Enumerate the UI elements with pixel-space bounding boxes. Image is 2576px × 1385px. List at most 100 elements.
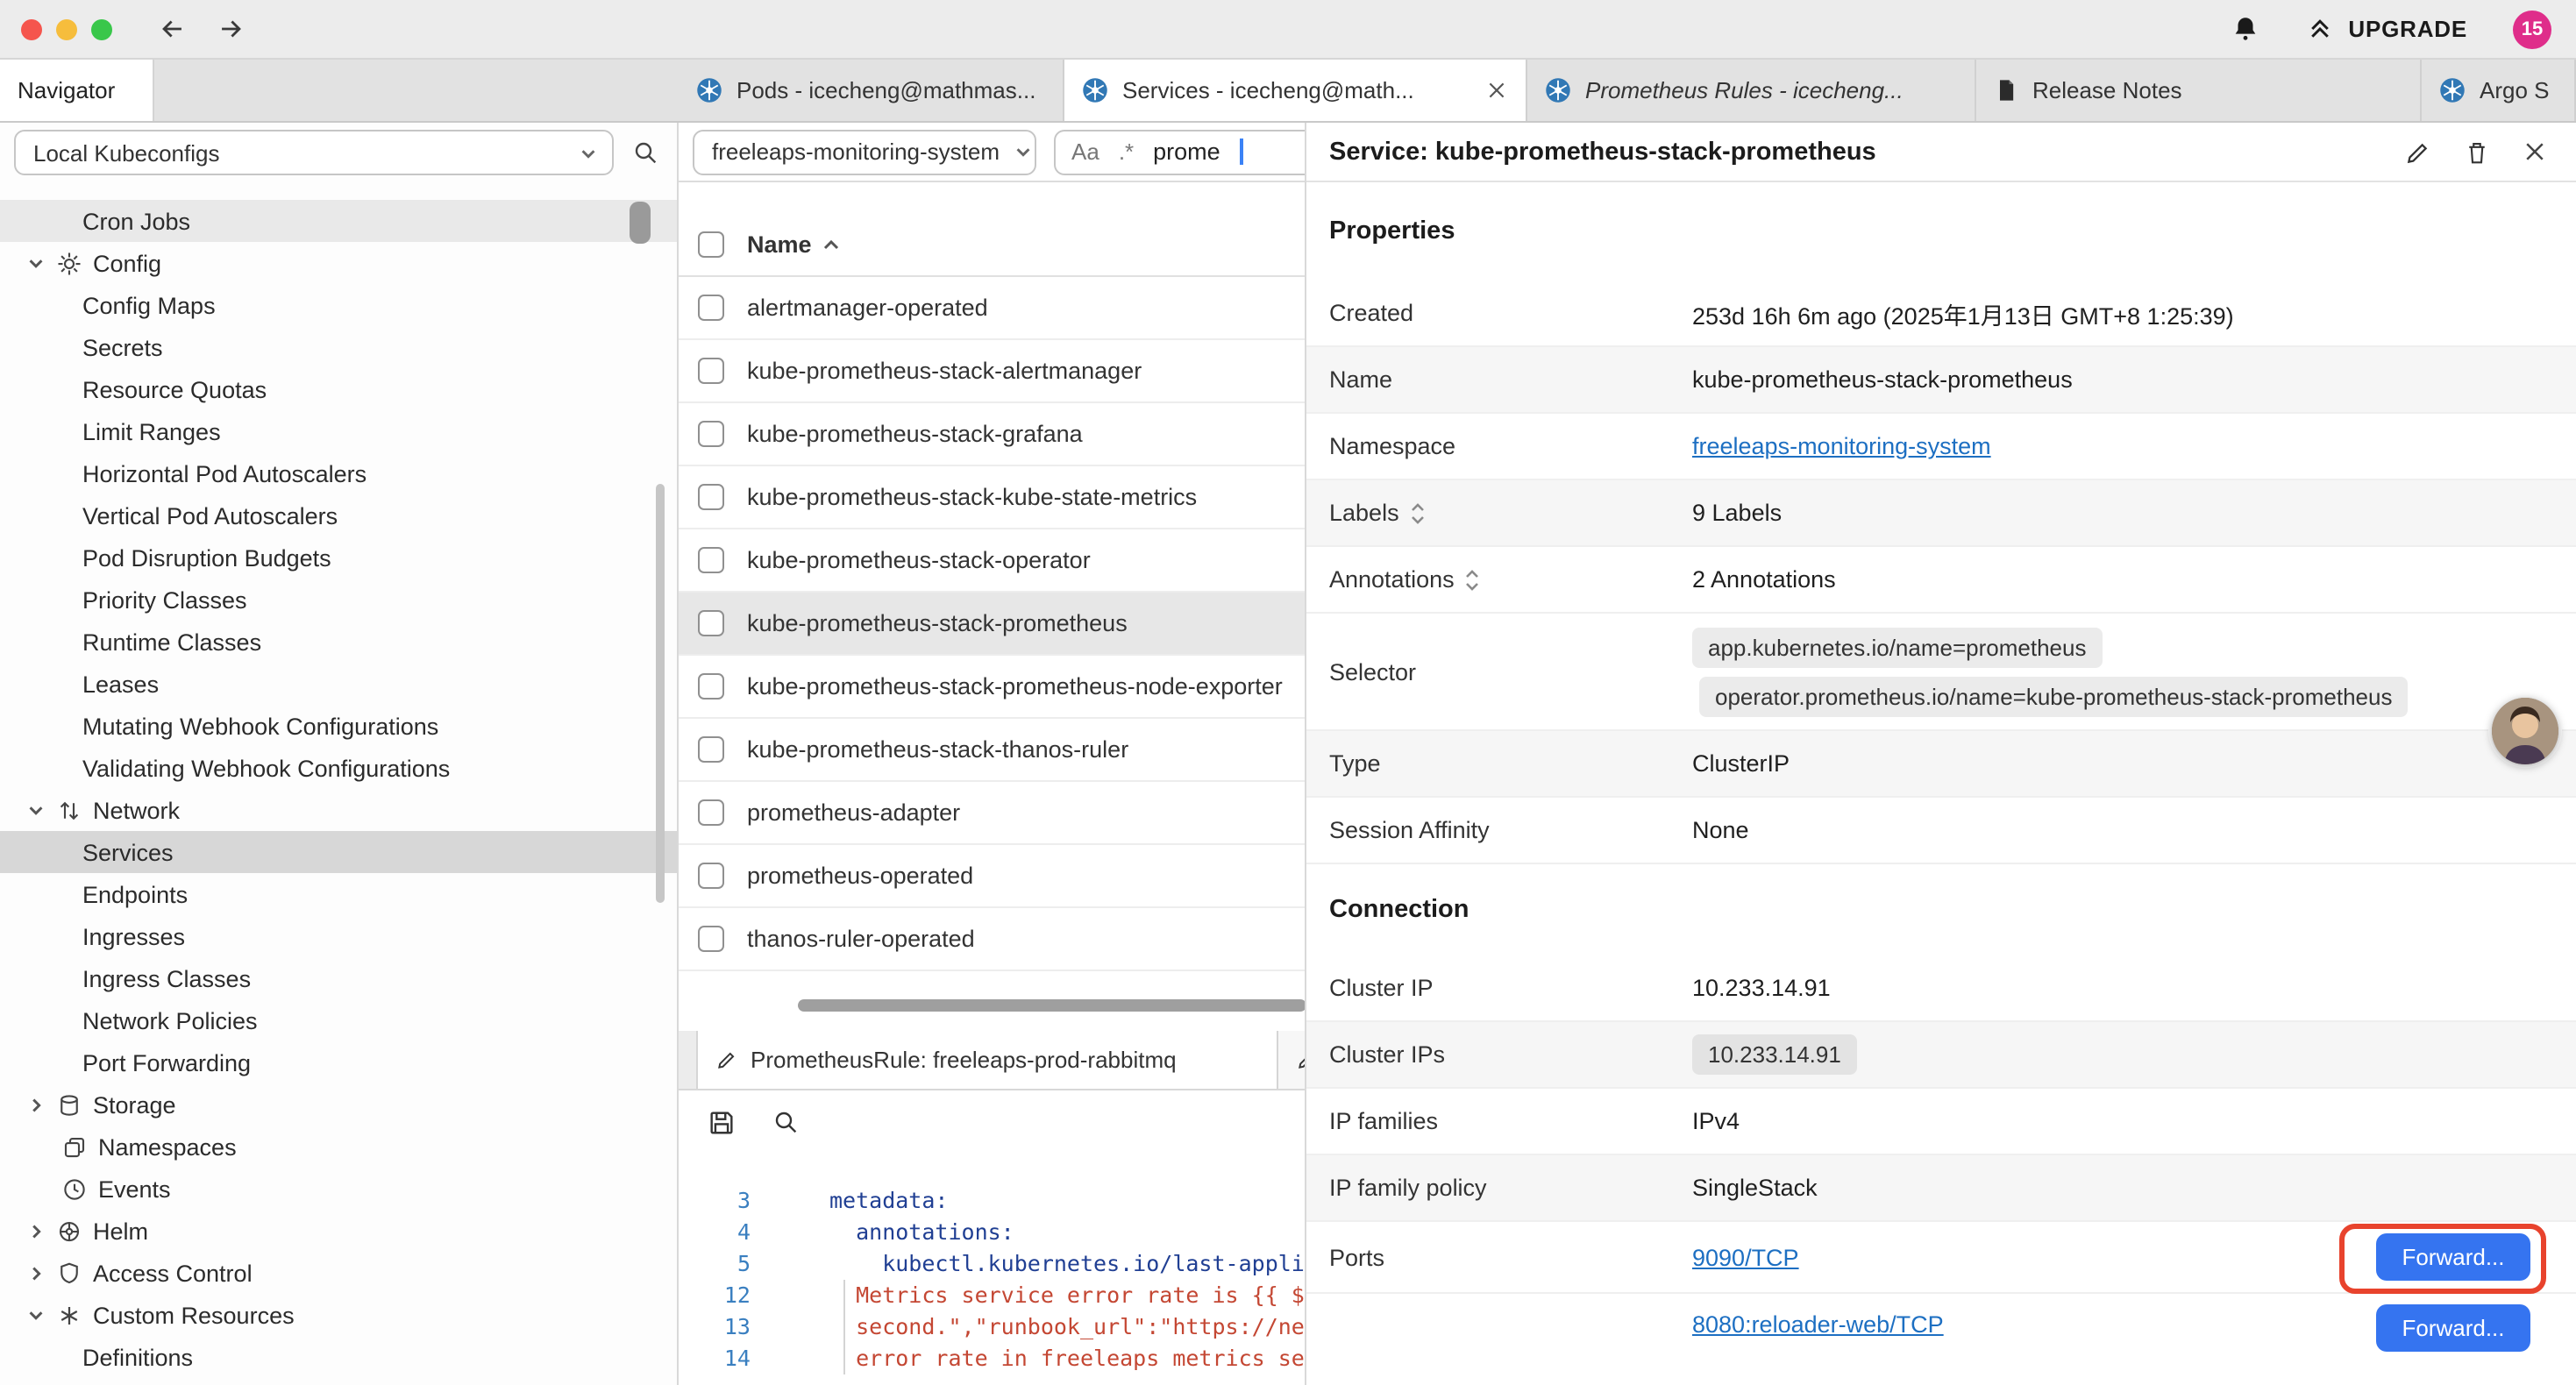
sidebar-item-helm[interactable]: Helm: [0, 1210, 679, 1252]
sidebar-item-vertical-pod-autoscalers[interactable]: Vertical Pod Autoscalers: [0, 494, 679, 536]
row-checkbox[interactable]: [698, 799, 724, 826]
sidebar-item-config[interactable]: Config: [0, 242, 679, 284]
scrollbar-thumb[interactable]: [630, 202, 651, 244]
sidebar-item-resource-quotas[interactable]: Resource Quotas: [0, 368, 679, 410]
row-checkbox[interactable]: [698, 926, 724, 952]
tab-pods[interactable]: Pods - icecheng@mathmas...: [679, 60, 1064, 121]
sidebar-item-network-policies[interactable]: Network Policies: [0, 999, 679, 1041]
chevron-right-icon[interactable]: [25, 1221, 46, 1240]
table-row-kube-prometheus-stack-kube-state-metrics[interactable]: kube-prometheus-stack-kube-state-metrics: [679, 466, 1305, 529]
sidebar-item-secrets[interactable]: Secrets: [0, 326, 679, 368]
tab-argo[interactable]: Argo S: [2422, 60, 2576, 121]
sidebar-item-mutating-webhook-configurations[interactable]: Mutating Webhook Configurations: [0, 705, 679, 747]
row-checkbox[interactable]: [698, 863, 724, 889]
sidebar-item-ingresses[interactable]: Ingresses: [0, 915, 679, 957]
resource-tree: Cron Jobs Config Config Maps Secrets Res…: [0, 200, 679, 1378]
tab-services[interactable]: Services - icecheng@math...: [1064, 60, 1527, 121]
sidebar-item-leases[interactable]: Leases: [0, 663, 679, 705]
delete-trash-icon[interactable]: [2464, 138, 2490, 166]
editor-tab-partial[interactable]: [1278, 1031, 1306, 1089]
chevron-right-icon[interactable]: [25, 1263, 46, 1282]
navigator-panel-tab[interactable]: Navigator: [0, 60, 154, 121]
table-row-kube-prometheus-stack-prometheus[interactable]: kube-prometheus-stack-prometheus: [679, 593, 1305, 656]
sidebar-item-limit-ranges[interactable]: Limit Ranges: [0, 410, 679, 452]
sidebar-item-runtime-classes[interactable]: Runtime Classes: [0, 621, 679, 663]
namespace-link[interactable]: freeleaps-monitoring-system: [1692, 433, 1991, 459]
chevron-down-icon[interactable]: [25, 1305, 46, 1325]
forward-port-9090-button[interactable]: Forward...: [2376, 1233, 2530, 1281]
horizontal-scrollbar[interactable]: [798, 999, 1306, 1012]
row-checkbox[interactable]: [698, 358, 724, 384]
sidebar-item-network[interactable]: Network: [0, 789, 679, 831]
table-row-alertmanager-operated[interactable]: alertmanager-operated: [679, 277, 1305, 340]
name-column-header[interactable]: Name: [747, 231, 840, 258]
table-row-kube-prometheus-stack-operator[interactable]: kube-prometheus-stack-operator: [679, 529, 1305, 593]
table-row-kube-prometheus-stack-thanos-ruler[interactable]: kube-prometheus-stack-thanos-ruler: [679, 719, 1305, 782]
sidebar-item-custom-resources[interactable]: Custom Resources: [0, 1294, 679, 1336]
sidebar-item-horizontal-pod-autoscalers[interactable]: Horizontal Pod Autoscalers: [0, 452, 679, 494]
row-checkbox[interactable]: [698, 484, 724, 510]
forward-button[interactable]: [216, 14, 246, 44]
minimize-window-button[interactable]: [56, 18, 77, 39]
chevron-down-icon[interactable]: [25, 800, 46, 820]
editor-tab-prometheusrule[interactable]: PrometheusRule: freeleaps-prod-rabbitmq: [696, 1031, 1278, 1089]
chevron-down-icon[interactable]: [25, 253, 46, 273]
close-window-button[interactable]: [21, 18, 42, 39]
labels-count[interactable]: 9 Labels: [1692, 500, 1782, 526]
table-row-prometheus-operated[interactable]: prometheus-operated: [679, 845, 1305, 908]
sidebar-item-storage[interactable]: Storage: [0, 1083, 679, 1126]
row-checkbox[interactable]: [698, 736, 724, 763]
yaml-editor[interactable]: 3metadata: 4 annotations: 5 kubectl.kube…: [679, 1154, 1306, 1385]
notification-count-badge[interactable]: 15: [2513, 10, 2551, 48]
sidebar-item-services[interactable]: Services: [0, 831, 679, 873]
notifications-bell-icon[interactable]: [2231, 14, 2260, 44]
sidebar-item-config-maps[interactable]: Config Maps: [0, 284, 679, 326]
save-icon[interactable]: [707, 1107, 737, 1137]
forward-port-8080-button[interactable]: Forward...: [2376, 1304, 2530, 1352]
table-row-thanos-ruler-operated[interactable]: thanos-ruler-operated: [679, 908, 1305, 971]
row-checkbox[interactable]: [698, 295, 724, 321]
search-query-text[interactable]: prome: [1153, 138, 1220, 165]
namespace-filter[interactable]: freeleaps-monitoring-system: [693, 129, 1036, 174]
row-checkbox[interactable]: [698, 421, 724, 447]
sidebar-item-access-control[interactable]: Access Control: [0, 1252, 679, 1294]
sidebar-search-icon[interactable]: [631, 138, 659, 167]
table-row-prometheus-adapter[interactable]: prometheus-adapter: [679, 782, 1305, 845]
row-checkbox[interactable]: [698, 547, 724, 573]
close-tab-icon[interactable]: [1485, 79, 1508, 102]
upgrade-button[interactable]: UPGRADE: [2306, 16, 2467, 42]
sidebar-item-definitions[interactable]: Definitions: [0, 1336, 679, 1378]
select-all-checkbox[interactable]: [698, 231, 724, 258]
sidebar-scrollbar[interactable]: [656, 484, 665, 903]
kubeconfig-selector[interactable]: Local Kubeconfigs: [14, 130, 614, 175]
sidebar-item-ingress-classes[interactable]: Ingress Classes: [0, 957, 679, 999]
row-checkbox[interactable]: [698, 673, 724, 700]
sidebar-item-validating-webhook-configurations[interactable]: Validating Webhook Configurations: [0, 747, 679, 789]
table-row-kube-prometheus-stack-alertmanager[interactable]: kube-prometheus-stack-alertmanager: [679, 340, 1305, 403]
back-button[interactable]: [158, 14, 188, 44]
user-avatar[interactable]: [2492, 698, 2558, 764]
sidebar-item-endpoints[interactable]: Endpoints: [0, 873, 679, 915]
table-row-kube-prometheus-stack-grafana[interactable]: kube-prometheus-stack-grafana: [679, 403, 1305, 466]
tab-release-notes[interactable]: Release Notes: [1976, 60, 2422, 121]
editor-search-icon[interactable]: [772, 1108, 800, 1136]
regex-toggle[interactable]: .*: [1119, 138, 1134, 165]
match-case-toggle[interactable]: Aa: [1071, 138, 1099, 165]
tab-prometheus-rules[interactable]: Prometheus Rules - icecheng...: [1527, 60, 1976, 121]
edit-pencil-icon[interactable]: [2404, 138, 2432, 166]
close-panel-icon[interactable]: [2522, 138, 2548, 165]
sidebar-item-cron-jobs[interactable]: Cron Jobs: [0, 200, 679, 242]
sidebar-item-priority-classes[interactable]: Priority Classes: [0, 579, 679, 621]
sidebar-item-port-forwarding[interactable]: Port Forwarding: [0, 1041, 679, 1083]
port-8080-link[interactable]: 8080:reloader-web/TCP: [1692, 1311, 1944, 1338]
annotations-count[interactable]: 2 Annotations: [1692, 566, 1836, 593]
sidebar-item-pod-disruption-budgets[interactable]: Pod Disruption Budgets: [0, 536, 679, 579]
zoom-window-button[interactable]: [91, 18, 112, 39]
sidebar-item-events[interactable]: Events: [0, 1168, 679, 1210]
table-row-kube-prometheus-stack-prometheus-node-exporter[interactable]: kube-prometheus-stack-prometheus-node-ex…: [679, 656, 1305, 719]
port-9090-link[interactable]: 9090/TCP: [1692, 1244, 1799, 1270]
list-search-field[interactable]: Aa .* prome: [1054, 129, 1305, 174]
sidebar-item-namespaces[interactable]: Namespaces: [0, 1126, 679, 1168]
chevron-right-icon[interactable]: [25, 1095, 46, 1114]
row-checkbox[interactable]: [698, 610, 724, 636]
